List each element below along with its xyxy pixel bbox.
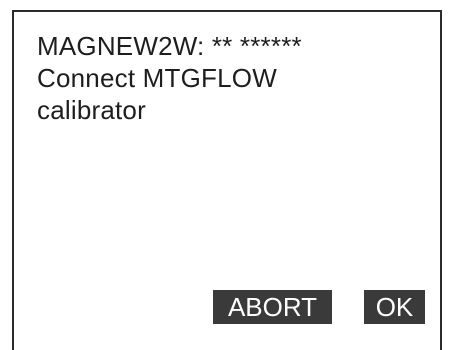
message-area: MAGNEW2W: ** ****** Connect MTGFLOW cali…: [37, 30, 302, 126]
ok-button[interactable]: OK: [364, 290, 425, 324]
device-display: MAGNEW2W: ** ****** Connect MTGFLOW cali…: [12, 10, 442, 350]
instruction-line-1: Connect MTGFLOW: [37, 63, 277, 93]
device-header: MAGNEW2W: ** ******: [37, 31, 302, 61]
abort-button[interactable]: ABORT: [213, 290, 332, 324]
instruction-line-2: calibrator: [37, 95, 146, 125]
